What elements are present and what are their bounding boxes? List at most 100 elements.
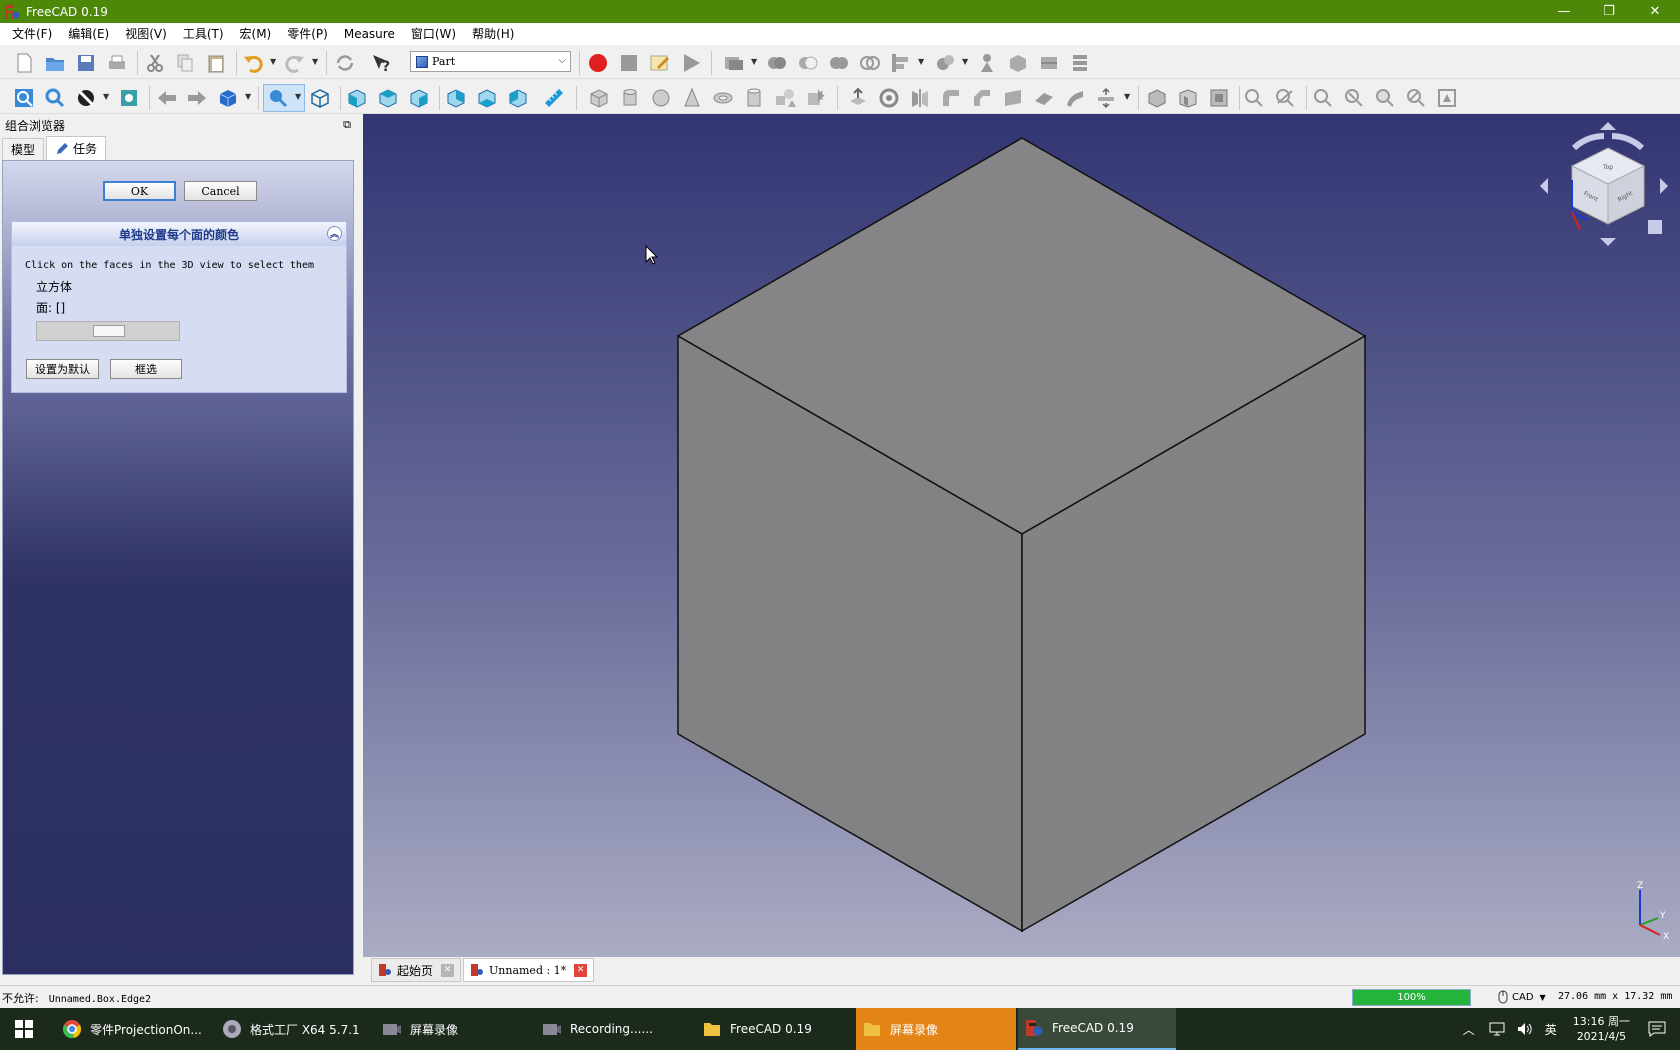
box-select-button[interactable]: 框选 xyxy=(110,359,182,379)
part-tube-icon[interactable] xyxy=(743,87,765,109)
undo-dropdown-icon[interactable]: ▼ xyxy=(270,57,276,66)
set-default-button[interactable]: 设置为默认 xyxy=(26,359,99,379)
join-dropdown-icon[interactable]: ▼ xyxy=(918,57,924,66)
measure-clear-icon[interactable] xyxy=(1343,87,1365,109)
boolean-icon[interactable] xyxy=(766,52,788,74)
face-color-button[interactable] xyxy=(36,321,180,341)
close-tab-icon[interactable]: ✕ xyxy=(574,963,588,977)
restore-button[interactable]: ❐ xyxy=(1586,0,1632,23)
paste-icon[interactable] xyxy=(205,52,227,74)
cancel-button[interactable]: Cancel xyxy=(184,181,257,201)
part-cylinder-icon[interactable] xyxy=(619,87,641,109)
network-icon[interactable] xyxy=(1489,1022,1505,1036)
std-views-icon[interactable] xyxy=(217,87,239,109)
ok-button[interactable]: OK xyxy=(103,181,176,201)
draw-style-dropdown-icon[interactable]: ▼ xyxy=(103,92,109,101)
extrude-icon[interactable] xyxy=(847,87,869,109)
close-button[interactable]: ✕ xyxy=(1632,0,1678,23)
tab-tasks[interactable]: 任务 xyxy=(46,136,107,160)
input-method-indicator[interactable]: 英 xyxy=(1545,1021,1557,1038)
menu-measure[interactable]: Measure xyxy=(336,23,403,45)
view-rear-icon[interactable] xyxy=(445,87,467,109)
shape-builder-icon[interactable] xyxy=(805,87,827,109)
whats-this-icon[interactable]: ? xyxy=(370,52,392,74)
fit-all-icon[interactable] xyxy=(13,87,35,109)
macro-edit-icon[interactable] xyxy=(649,52,671,74)
copy-icon[interactable] xyxy=(174,52,196,74)
notification-icon[interactable] xyxy=(1648,1021,1666,1037)
menu-file[interactable]: 文件(F) xyxy=(4,23,60,45)
offset-icon[interactable] xyxy=(1146,87,1168,109)
taskbar-item-format-factory[interactable]: 格式工厂 X64 5.7.1 xyxy=(216,1008,376,1050)
macro-run-icon[interactable] xyxy=(680,52,702,74)
new-document-icon[interactable] xyxy=(13,52,35,74)
mirror-icon[interactable] xyxy=(909,87,931,109)
undock-icon[interactable]: ⧉ xyxy=(343,118,351,132)
fit-selection-icon[interactable] xyxy=(44,87,66,109)
menu-window[interactable]: 窗口(W) xyxy=(403,23,464,45)
view-isometric-icon[interactable] xyxy=(309,87,331,109)
nav-down-arrow-icon[interactable] xyxy=(1600,238,1616,246)
taskbar-item-freecad-app[interactable]: FreeCAD 0.19 xyxy=(1018,1008,1176,1050)
tab-start-page[interactable]: 起始页 ✕ xyxy=(371,958,462,982)
sweep-dropdown-icon[interactable]: ▼ xyxy=(1124,92,1130,101)
split-dropdown-icon[interactable]: ▼ xyxy=(962,57,968,66)
back-arrow-icon[interactable] xyxy=(156,87,178,109)
std-views-dropdown-icon[interactable]: ▼ xyxy=(245,92,251,101)
part-sphere-icon[interactable] xyxy=(650,87,672,109)
navigation-cube[interactable]: Top Front Right xyxy=(1540,120,1670,250)
measure-angular-icon[interactable] xyxy=(1274,87,1296,109)
open-folder-icon[interactable] xyxy=(44,52,66,74)
measure-toggle-delta-icon[interactable] xyxy=(1436,87,1458,109)
taskbar-item-recording-folder[interactable]: 屏幕录像 xyxy=(856,1008,1016,1050)
nav-right-arrow-icon[interactable] xyxy=(1660,178,1668,194)
compound-dropdown-icon[interactable]: ▼ xyxy=(751,57,757,66)
revolve-icon[interactable] xyxy=(878,87,900,109)
volume-icon[interactable] xyxy=(1517,1022,1533,1036)
macro-stop-icon[interactable] xyxy=(618,52,640,74)
projection-icon[interactable] xyxy=(1208,87,1230,109)
sweep-icon[interactable] xyxy=(1095,87,1117,109)
tab-model[interactable]: 模型 xyxy=(2,138,45,160)
menu-tools[interactable]: 工具(T) xyxy=(175,23,232,45)
forward-arrow-icon[interactable] xyxy=(186,87,208,109)
part-box-icon[interactable] xyxy=(588,87,610,109)
redo-dropdown-icon[interactable]: ▼ xyxy=(312,57,318,66)
view-left-icon[interactable] xyxy=(507,87,529,109)
undo-icon[interactable] xyxy=(242,52,264,74)
menu-edit[interactable]: 编辑(E) xyxy=(60,23,117,45)
start-button[interactable] xyxy=(0,1008,48,1050)
split-icon[interactable] xyxy=(934,52,956,74)
measure-distance-icon[interactable] xyxy=(543,87,565,109)
view-front-icon[interactable] xyxy=(346,87,368,109)
menu-macro[interactable]: 宏(M) xyxy=(232,23,280,45)
bounding-box-icon[interactable] xyxy=(118,87,140,109)
system-clock[interactable]: 13:16 周一 2021/4/5 xyxy=(1573,1014,1630,1044)
part-compound-icon[interactable] xyxy=(723,52,745,74)
taskbar-item-chrome[interactable]: 零件ProjectionOn... xyxy=(56,1008,216,1050)
view-bottom-icon[interactable] xyxy=(476,87,498,109)
taskbar-item-recording[interactable]: Recording...... xyxy=(536,1008,696,1050)
chamfer-icon[interactable] xyxy=(971,87,993,109)
fuse-icon[interactable] xyxy=(828,52,850,74)
measure-refresh-icon[interactable] xyxy=(1312,87,1334,109)
menu-part[interactable]: 零件(P) xyxy=(279,23,336,45)
3d-view[interactable]: Top Front Right Z Y X xyxy=(363,114,1680,957)
minimize-button[interactable]: — xyxy=(1541,0,1587,23)
redo-icon[interactable] xyxy=(284,52,306,74)
draw-style-icon[interactable] xyxy=(75,87,97,109)
thickness-icon[interactable] xyxy=(1177,87,1199,109)
zoom-dropdown-icon[interactable]: ▼ xyxy=(295,92,301,101)
make-face-icon[interactable] xyxy=(1002,87,1024,109)
save-icon[interactable] xyxy=(75,52,97,74)
taskbar-item-screen-recorder[interactable]: 屏幕录像 xyxy=(376,1008,536,1050)
print-icon[interactable] xyxy=(106,52,128,74)
collapse-icon[interactable]: ︽ xyxy=(327,226,342,241)
rotate-right-arrow-icon[interactable] xyxy=(1611,133,1645,151)
part-torus-icon[interactable] xyxy=(712,87,734,109)
defeaturing-icon[interactable] xyxy=(1007,52,1029,74)
ruled-surface-icon[interactable] xyxy=(1033,87,1055,109)
measure-toggle-all-icon[interactable] xyxy=(1374,87,1396,109)
nav-up-arrow-icon[interactable] xyxy=(1600,122,1616,130)
nav-left-arrow-icon[interactable] xyxy=(1540,178,1548,194)
